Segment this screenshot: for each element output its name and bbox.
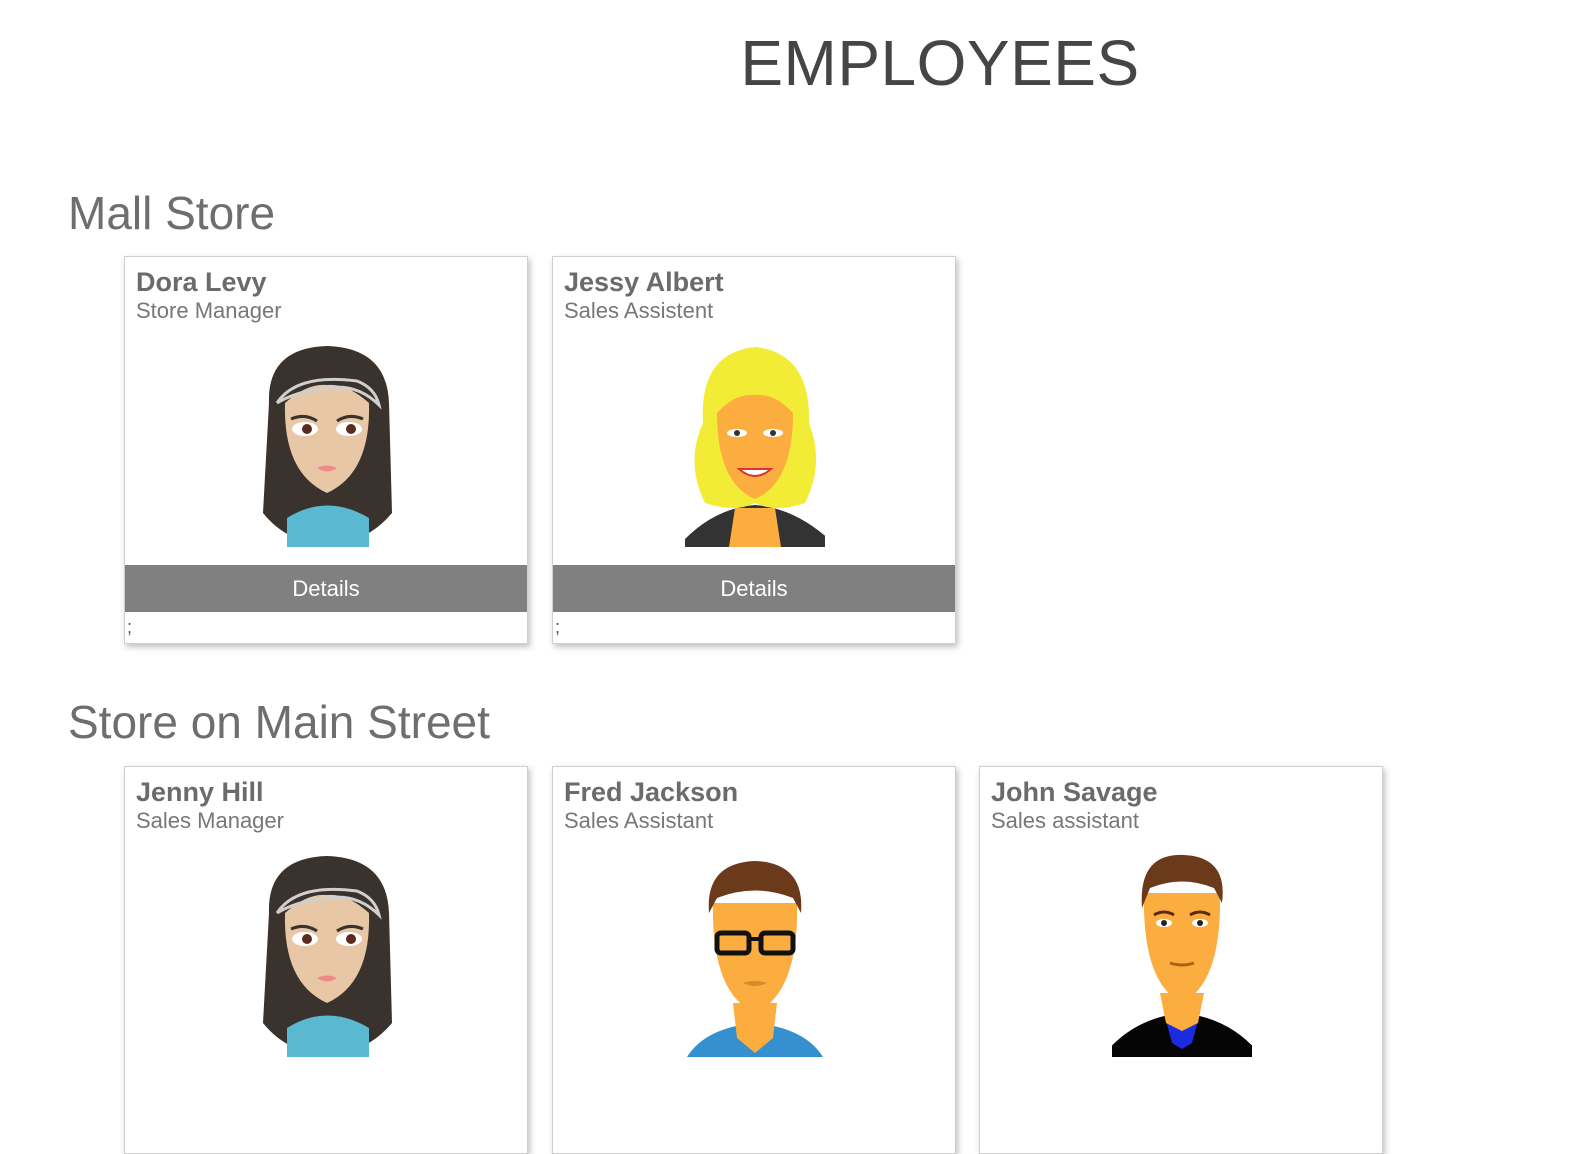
- details-button[interactable]: Details: [553, 565, 955, 612]
- employee-card: Jenny Hill Sales Manager: [124, 766, 528, 1154]
- employee-role: Sales Assistent: [564, 298, 714, 323]
- employee-name: Jessy Albert: [564, 267, 724, 297]
- employee-name: Fred Jackson: [564, 777, 739, 807]
- employee-role: Sales assistant: [991, 808, 1139, 833]
- employee-role: Sales Manager: [136, 808, 284, 833]
- employee-card: John Savage Sales assistant: [979, 766, 1383, 1154]
- employee-name: Jenny Hill: [136, 777, 264, 807]
- separator-text: ;: [127, 617, 133, 637]
- group-title-main-street: Store on Main Street: [68, 696, 490, 748]
- woman-dark-hair-avatar-icon: [263, 346, 392, 547]
- page-title: EMPLOYEES: [740, 27, 1140, 99]
- employee-role: Sales Assistant: [564, 808, 714, 833]
- employee-name: John Savage: [991, 777, 1158, 807]
- woman-blonde-avatar-icon: [685, 347, 825, 547]
- woman-dark-hair-avatar-icon: [263, 856, 392, 1057]
- man-black-shirt-avatar-icon: [1112, 854, 1252, 1057]
- employee-card: Dora Levy Store Manager Details ;: [124, 256, 528, 644]
- employee-card: Fred Jackson Sales Assistant: [552, 766, 956, 1154]
- employee-card: Jessy Albert Sales Assistent Details ;: [552, 256, 956, 644]
- separator-text: ;: [555, 617, 561, 637]
- employee-role: Store Manager: [136, 298, 282, 323]
- group-title-mall-store: Mall Store: [68, 187, 276, 239]
- man-glasses-avatar-icon: [687, 861, 823, 1057]
- details-button[interactable]: Details: [125, 565, 527, 612]
- employee-name: Dora Levy: [136, 267, 267, 297]
